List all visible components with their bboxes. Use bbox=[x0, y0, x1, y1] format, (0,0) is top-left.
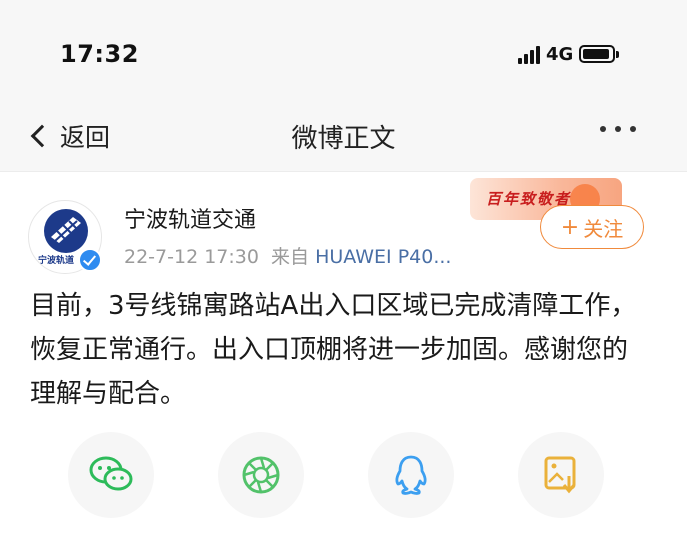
more-dot-icon bbox=[630, 126, 636, 132]
status-indicators: 4G bbox=[518, 43, 620, 65]
battery-icon bbox=[579, 45, 620, 63]
more-dot-icon bbox=[615, 126, 621, 132]
save-image-icon bbox=[544, 456, 576, 494]
post-text: 目前，3号线锦寓路站A出入口区域已完成清障工作，恢复正常通行。出入口顶棚将进一步… bbox=[30, 291, 637, 409]
follow-button[interactable]: + 关注 bbox=[540, 205, 644, 249]
status-bar: 17:32 4G bbox=[0, 0, 687, 100]
page-title: 微博正文 bbox=[291, 124, 396, 154]
more-options-button[interactable] bbox=[600, 126, 636, 132]
moments-icon bbox=[242, 456, 280, 494]
plus-icon: + bbox=[560, 214, 580, 240]
share-moments-button[interactable] bbox=[218, 432, 304, 518]
verified-badge-icon bbox=[78, 248, 102, 272]
follow-label: 关注 bbox=[583, 216, 624, 241]
more-dot-icon bbox=[600, 126, 606, 132]
wechat-icon bbox=[89, 456, 133, 491]
post-meta: 22-7-12 17:30 来自 HUAWEI P40... bbox=[124, 242, 451, 269]
signal-icon bbox=[518, 44, 542, 64]
qq-icon bbox=[395, 455, 427, 495]
share-row bbox=[0, 432, 687, 518]
network-label: 4G bbox=[546, 43, 574, 65]
battery-fill bbox=[583, 49, 609, 59]
share-wechat-button[interactable] bbox=[68, 432, 154, 518]
avatar-caption: 宁波轨道 bbox=[38, 256, 75, 266]
share-qq-button[interactable] bbox=[368, 432, 454, 518]
source-prefix: 来自 bbox=[271, 246, 310, 268]
nav-bar: 返回 微博正文 bbox=[0, 100, 687, 172]
post-timestamp: 22-7-12 17:30 bbox=[124, 246, 259, 268]
author-name[interactable]: 宁波轨道交通 bbox=[124, 202, 256, 234]
status-time: 17:32 bbox=[60, 40, 139, 68]
post-source: HUAWEI P40... bbox=[315, 246, 452, 268]
save-image-button[interactable] bbox=[518, 432, 604, 518]
